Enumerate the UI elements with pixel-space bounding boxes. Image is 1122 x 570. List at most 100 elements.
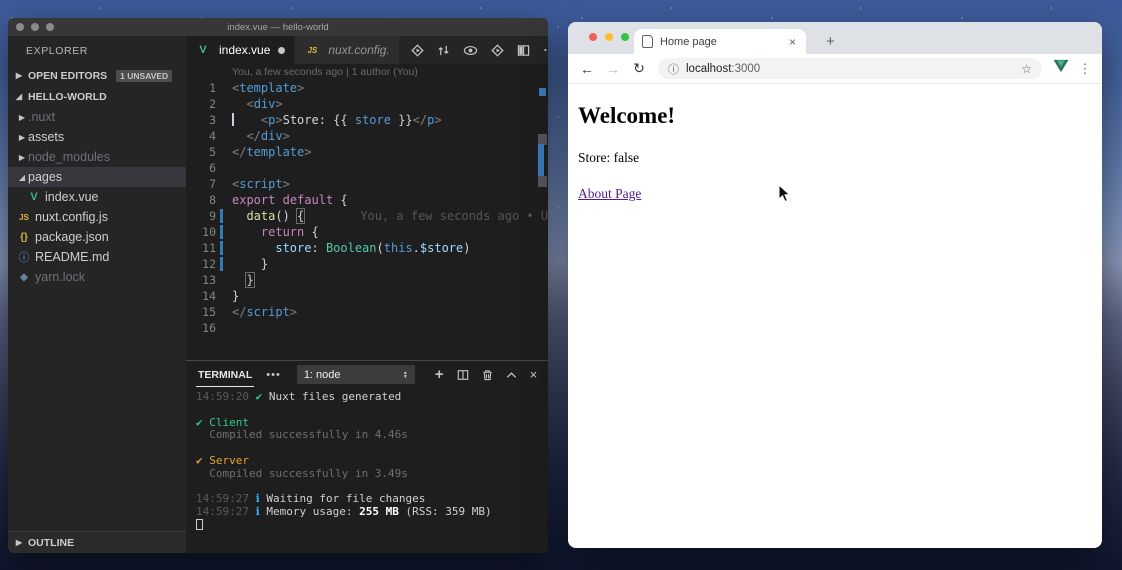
browser-menu-icon[interactable]: ⋮: [1076, 61, 1094, 77]
split-terminal-icon[interactable]: [457, 369, 469, 381]
codelens-annotation[interactable]: You, a few seconds ago | 1 author (You): [186, 64, 548, 80]
line-number: 15: [186, 304, 216, 320]
project-section[interactable]: ◢ HELLO-WORLD: [8, 86, 186, 107]
forward-icon[interactable]: →: [602, 61, 624, 77]
tree-item-assets[interactable]: ▶assets: [8, 127, 186, 147]
yarn-file-icon: ◆: [16, 272, 32, 283]
tree-item-node-modules[interactable]: ▶node_modules: [8, 147, 186, 167]
tree-item-label: yarn.lock: [35, 270, 85, 284]
tree-item-nuxt-config-js[interactable]: JSnuxt.config.js: [8, 207, 186, 227]
terminal-line: 14:59:20 ✔ Nuxt files generated: [196, 391, 548, 404]
split-editor-icon[interactable]: [517, 44, 530, 57]
line-number: 2: [186, 96, 216, 112]
tree-item--nuxt[interactable]: ▶.nuxt: [8, 107, 186, 127]
code-line-14[interactable]: 14}: [186, 288, 548, 304]
terminal-output[interactable]: 14:59:20 ✔ Nuxt files generated✔ Client …: [186, 388, 548, 553]
tree-item-yarn-lock[interactable]: ◆yarn.lock: [8, 267, 186, 287]
code-line-8[interactable]: 8export default {: [186, 192, 548, 208]
chevron-right-icon: ▶: [16, 153, 28, 162]
code-text: store: Boolean(this.$store): [216, 240, 470, 256]
explorer-header: EXPLORER: [8, 36, 186, 65]
line-number: 9: [186, 208, 216, 224]
minimize-window-button[interactable]: [605, 33, 613, 41]
tree-item-pages[interactable]: ◢pages: [8, 167, 186, 187]
tree-item-package-json[interactable]: {}package.json: [8, 227, 186, 247]
vue-devtools-extension-icon[interactable]: [1050, 59, 1072, 78]
code-text: [216, 160, 232, 176]
terminal-more-icon[interactable]: •••: [266, 369, 281, 381]
code-editor[interactable]: You, a few seconds ago | 1 author (You) …: [186, 64, 548, 360]
terminal-cursor: [196, 519, 203, 530]
code-line-4[interactable]: 4 </div>: [186, 128, 548, 144]
browser-window: Home page × + ← → ↻ ⓘ localhost:3000 ☆ ⋮…: [568, 22, 1102, 548]
code-line-5[interactable]: 5</template>: [186, 144, 548, 160]
code-text: </template>: [216, 144, 311, 160]
more-actions-icon[interactable]: ⋯: [543, 40, 548, 60]
new-tab-icon[interactable]: +: [820, 33, 841, 50]
code-text: <template>: [216, 80, 304, 96]
terminal-shell-selector[interactable]: 1: node ▲▼: [297, 365, 415, 384]
open-editors-section[interactable]: ▶ OPEN EDITORS 1 UNSAVED: [8, 65, 186, 86]
page-favicon-icon: [642, 35, 653, 48]
compare-changes-icon[interactable]: [437, 44, 450, 57]
browser-tab[interactable]: Home page ×: [634, 29, 806, 54]
vue-file-icon: V: [195, 44, 211, 56]
code-line-16[interactable]: 16: [186, 320, 548, 336]
reload-icon[interactable]: ↻: [628, 60, 650, 77]
new-terminal-icon[interactable]: +: [435, 366, 444, 383]
code-line-2[interactable]: 2 <div>: [186, 96, 548, 112]
tree-item-readme-md[interactable]: ⓘREADME.md: [8, 247, 186, 267]
code-text: <div>: [216, 96, 283, 112]
line-number: 6: [186, 160, 216, 176]
code-line-12[interactable]: 12 }: [186, 256, 548, 272]
tab-nuxt-config[interactable]: JS nuxt.config.: [294, 36, 398, 64]
outline-label: OUTLINE: [28, 537, 74, 549]
chevron-right-icon: ▶: [16, 133, 28, 142]
close-tab-icon[interactable]: ×: [787, 35, 798, 49]
browser-traffic-lights: [589, 33, 629, 41]
code-line-6[interactable]: 6: [186, 160, 548, 176]
close-window-button[interactable]: [589, 33, 597, 41]
code-line-3[interactable]: 3 <p>Store: {{ store }}</p>: [186, 112, 548, 128]
outline-section[interactable]: ▶ OUTLINE: [8, 531, 186, 553]
code-line-13[interactable]: 13 }: [186, 272, 548, 288]
code-line-7[interactable]: 7<script>: [186, 176, 548, 192]
code-text: return {: [216, 224, 319, 240]
chevron-right-icon: ▶: [13, 538, 25, 547]
code-line-10[interactable]: 10 return {: [186, 224, 548, 240]
modified-dot-icon[interactable]: [278, 47, 285, 54]
zoom-window-button[interactable]: [621, 33, 629, 41]
code-line-9[interactable]: 9 data() {You, a few seconds ago • Uncom…: [186, 208, 548, 224]
unsaved-badge: 1 UNSAVED: [116, 70, 172, 82]
tab-index-vue[interactable]: V index.vue: [186, 36, 294, 64]
close-panel-icon[interactable]: ×: [530, 367, 538, 382]
open-preview-icon[interactable]: [491, 44, 504, 57]
back-icon[interactable]: ←: [576, 61, 598, 77]
run-preview-icon[interactable]: [411, 44, 424, 57]
file-tree: ▶.nuxt▶assets▶node_modules◢pagesVindex.v…: [8, 107, 186, 287]
terminal-tab[interactable]: TERMINAL: [196, 363, 254, 387]
tree-item-index-vue[interactable]: Vindex.vue: [8, 187, 186, 207]
tab-label: index.vue: [219, 43, 270, 57]
vscode-titlebar[interactable]: index.vue — hello-world: [8, 18, 548, 36]
code-line-15[interactable]: 15</script>: [186, 304, 548, 320]
js-file-icon: JS: [304, 46, 320, 55]
maximize-panel-icon[interactable]: [506, 371, 517, 379]
bookmark-star-icon[interactable]: ☆: [1021, 62, 1032, 76]
code-line-1[interactable]: 1<template>: [186, 80, 548, 96]
code-text: }: [216, 272, 254, 288]
text-cursor: [232, 113, 234, 126]
overview-ruler[interactable]: [536, 64, 548, 360]
kill-terminal-icon[interactable]: [482, 369, 493, 381]
about-page-link[interactable]: About Page: [578, 186, 641, 201]
line-number: 13: [186, 272, 216, 288]
modified-line-indicator: [220, 257, 223, 271]
tab-title: Home page: [660, 36, 780, 48]
address-bar[interactable]: ⓘ localhost:3000 ☆: [658, 58, 1042, 79]
select-arrows-icon: ▲▼: [403, 371, 408, 379]
editor-tabbar: V index.vue JS nuxt.config.: [186, 36, 548, 64]
toggle-blame-eye-icon[interactable]: [463, 45, 478, 56]
site-info-icon[interactable]: ⓘ: [668, 61, 679, 77]
json-file-icon: {}: [16, 232, 32, 243]
code-line-11[interactable]: 11 store: Boolean(this.$store): [186, 240, 548, 256]
